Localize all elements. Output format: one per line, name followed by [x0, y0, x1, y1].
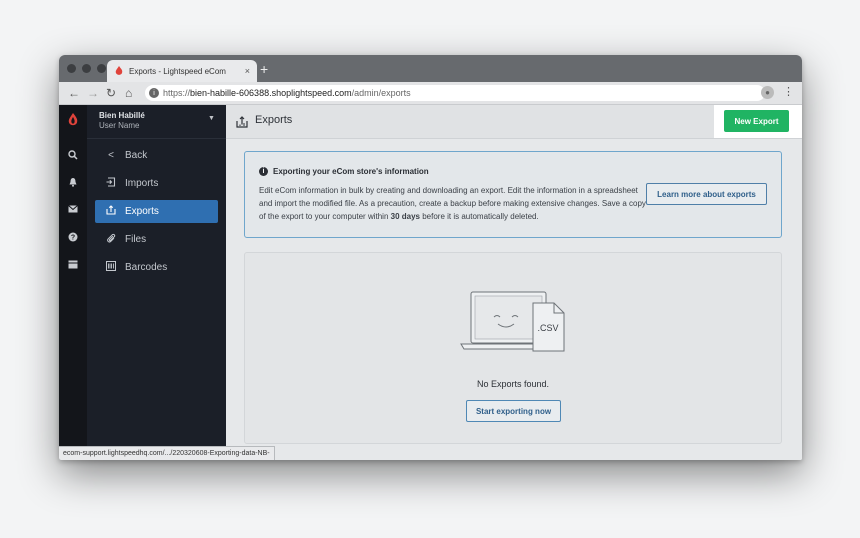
sidebar-item-label: Back [125, 150, 148, 161]
export-icon [103, 205, 119, 218]
info-heading-text: Exporting your eCom store's information [273, 167, 429, 176]
page-title: Exports [255, 114, 293, 126]
export-icon [236, 115, 248, 128]
notifications-bell-icon[interactable] [59, 177, 87, 187]
learn-more-button[interactable]: Learn more about exports [646, 183, 767, 205]
search-icon[interactable] [59, 150, 87, 160]
svg-text:.CSV: .CSV [537, 323, 558, 333]
barcode-icon [103, 261, 119, 274]
sidebar-item-exports[interactable]: Exports [95, 200, 218, 223]
chevron-left-icon: < [108, 150, 114, 161]
window-controls [67, 64, 106, 73]
help-icon[interactable]: ? [59, 232, 87, 242]
new-tab-button[interactable]: + [260, 62, 268, 76]
tab-close-icon[interactable]: × [245, 66, 250, 76]
svg-text:?: ? [71, 235, 75, 242]
browser-window: Exports - Lightspeed eCom × + ← → ↻ ⌂ i … [59, 55, 802, 460]
browser-tab-bar: Exports - Lightspeed eCom × + [59, 55, 802, 82]
app-shell: ? Bien Habillé User Name ▼ < Back Import… [59, 105, 802, 460]
empty-state-panel: .CSV No Exports found. Start exporting n… [244, 252, 782, 444]
url-field[interactable]: i https://bien-habille-606388.shoplights… [145, 85, 765, 101]
minimize-window-button[interactable] [82, 64, 91, 73]
sidebar-item-imports[interactable]: Imports [95, 172, 218, 195]
lightspeed-logo-icon[interactable] [59, 113, 87, 127]
page-header: Exports New Export [226, 105, 802, 139]
store-name[interactable]: Bien Habillé [99, 111, 145, 121]
info-icon: i [259, 167, 268, 176]
browser-menu-icon[interactable]: ⋮ [783, 85, 794, 98]
tab-title: Exports - Lightspeed eCom [129, 66, 226, 76]
sidebar-divider [87, 138, 226, 139]
status-bar-url: ecom-support.lightspeedhq.com/.../220320… [59, 446, 275, 460]
site-info-icon[interactable]: i [149, 88, 159, 98]
back-arrow-icon[interactable]: ← [68, 85, 80, 101]
messages-envelope-icon[interactable] [59, 205, 87, 213]
user-name[interactable]: User Name [99, 121, 139, 130]
register-icon[interactable] [59, 260, 87, 269]
empty-message: No Exports found. [476, 379, 550, 389]
laptop-csv-illustration-icon: .CSV [460, 291, 565, 352]
sidebar-item-files[interactable]: Files [95, 228, 218, 251]
browser-tab[interactable]: Exports - Lightspeed eCom × [107, 60, 257, 82]
import-icon [103, 177, 119, 190]
lightspeed-favicon-icon [115, 66, 124, 76]
sidebar-item-label: Exports [125, 206, 159, 217]
store-menu-caret-icon[interactable]: ▼ [208, 115, 215, 122]
profile-avatar-icon[interactable]: ● [761, 86, 774, 99]
sidebar-item-label: Barcodes [125, 262, 168, 273]
start-exporting-button[interactable]: Start exporting now [466, 400, 561, 422]
address-bar-row: ← → ↻ ⌂ i https://bien-habille-606388.sh… [59, 82, 802, 105]
main-content: Exports New Export i Exporting your eCom… [226, 105, 802, 460]
url-text: https://bien-habille-606388.shoplightspe… [163, 88, 411, 98]
icon-rail: ? [59, 105, 87, 460]
new-export-button[interactable]: New Export [724, 110, 789, 132]
info-body: Edit eCom information in bulk by creatin… [259, 186, 646, 221]
sidebar: Bien Habillé User Name ▼ < Back Imports … [87, 105, 226, 460]
paperclip-icon [103, 233, 119, 246]
sidebar-item-label: Files [125, 234, 147, 245]
sidebar-item-back[interactable]: < Back [95, 144, 218, 167]
maximize-window-button[interactable] [97, 64, 106, 73]
sidebar-item-barcodes[interactable]: Barcodes [95, 256, 218, 279]
forward-arrow-icon[interactable]: → [87, 85, 99, 101]
home-icon[interactable]: ⌂ [125, 85, 132, 101]
info-heading: i Exporting your eCom store's informatio… [259, 167, 429, 176]
sidebar-item-label: Imports [125, 178, 159, 189]
reload-icon[interactable]: ↻ [106, 85, 116, 101]
close-window-button[interactable] [67, 64, 76, 73]
info-banner: i Exporting your eCom store's informatio… [244, 151, 782, 238]
